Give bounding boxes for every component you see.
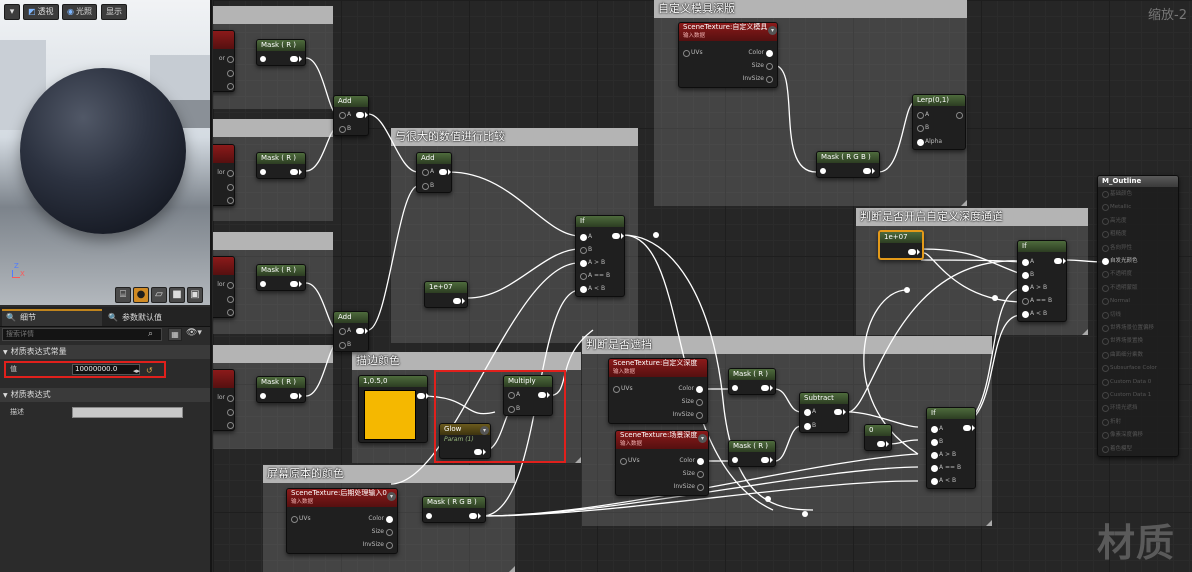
vector-color-node[interactable]: 1,0.5,0 [358,375,429,443]
result-pin[interactable]: Custom Data 0 [1102,378,1151,386]
collapse-icon: ▼ [3,349,8,356]
scene-texture-partial-3[interactable]: lor [213,256,235,318]
collapse-icon: ▼ [3,392,8,399]
add-node-1[interactable]: Add A B [333,95,369,136]
mask-rgb-node-1[interactable]: Mask ( R G B ) [816,151,880,178]
graph-watermark: 材质 [1097,521,1176,565]
visibility-eye-icon[interactable]: 👁▾ [186,328,202,338]
mask-r-node-1[interactable]: Mask ( R ) [256,39,306,66]
scene-texture-partial-2[interactable]: lor [213,144,235,206]
dropdown-icon[interactable]: ▾ [698,434,707,443]
description-label: 描述 [10,408,24,416]
result-pin[interactable]: 自发光颜色 [1102,257,1138,265]
if-node-2[interactable]: If A B A > BA == BA < B [1017,240,1067,322]
result-pin[interactable]: 着色模型 [1102,445,1132,453]
result-pin[interactable]: 曲面细分乘数 [1102,351,1143,359]
scene-texture-scene-depth-node[interactable]: SceneTexture:场景深度 输入数据 ▾ UVs Color Size InvSiz… [615,430,709,496]
section-material-expression[interactable]: ▼ 材质表达式 [0,388,210,402]
lerp-node[interactable]: Lerp(0,1) A B Alpha [912,94,966,150]
if-node-1[interactable]: If A B A > BA == BA < B [575,215,625,297]
add-node-2[interactable]: Add A B [333,311,369,352]
constant-1e07-node[interactable]: 1e+07 [424,281,468,308]
result-pin[interactable]: 不透明蒙版 [1102,284,1138,292]
preview-cylinder-icon[interactable]: ⌸ [115,287,131,303]
result-pin[interactable]: 粗糙度 [1102,230,1127,239]
left-panel: ▾ ◩透视 ◉光照 显示 Z X ⌸ ● ▱ ■ ▣ 🔍细节 🔍参数默认值 ⌕ … [0,0,212,572]
details-tabs: 🔍 细节 🔍 参数默认值 [0,307,210,327]
color-swatch [364,390,416,440]
dropdown-icon[interactable]: ▾ [768,26,777,35]
preview-sphere-icon[interactable]: ● [133,287,149,303]
preview-cube-icon[interactable]: ■ [169,287,185,303]
scene-texture-partial-1[interactable]: or [213,30,235,92]
scene-texture-custom-stencil-node[interactable]: SceneTexture:自定义模具 输入数据 ▾ UVs Color Size InvSi… [678,22,778,88]
result-pin[interactable]: 基础颜色 [1102,190,1132,198]
dropdown-icon[interactable]: ▾ [387,492,396,501]
axis-z-label: Z [14,262,19,270]
scene-texture-post-process-node[interactable]: SceneTexture:后期处理输入0 输入数据 ▾ UVs Color Size Inv… [286,488,398,554]
viewport-menu-icon[interactable]: ▾ [4,4,20,20]
add-node-3[interactable]: Add A B [416,152,452,193]
description-field[interactable] [72,407,183,418]
result-pin[interactable]: 不透明度 [1102,270,1132,279]
preview-plane-icon[interactable]: ▱ [151,287,167,303]
result-pin[interactable]: 环境光遮挡 [1102,404,1138,413]
perspective-icon: ◩ [28,7,36,16]
details-search-input[interactable] [2,328,162,341]
mask-rgb-node-2[interactable]: Mask ( R G B ) [422,496,486,523]
subtract-node[interactable]: Subtract A B [799,392,849,433]
mask-r-node-2[interactable]: Mask ( R ) [256,152,306,179]
scene-texture-partial-4[interactable]: lor [213,369,235,431]
tab-param-defaults[interactable]: 🔍 参数默认值 [104,309,208,326]
search-icon: 🔍 [108,313,118,322]
if-node-3[interactable]: If A B A > BA == BA < B [926,407,976,489]
mask-r-node-4[interactable]: Mask ( R ) [256,376,306,403]
description-property-row: 描述 [0,405,210,420]
result-node-m-outline[interactable]: M_Outline 基础颜色 Metallic 高光度 粗糙度 各向异性 自发光颜色 不透明… [1097,175,1179,457]
material-preview-viewport[interactable]: ▾ ◩ 透视 ◉ 光照 显示 Z X ⌸ ● ▱ ■ ▣ [0,0,210,305]
search-icon: 🔍 [6,313,16,322]
result-pin[interactable]: 切线 [1102,311,1121,319]
mask-r-node-6[interactable]: Mask ( R ) [728,440,776,467]
preview-sphere [20,68,186,234]
result-pin[interactable]: Custom Data 1 [1102,391,1151,399]
zoom-level-label: 缩放-2 [1148,8,1187,23]
result-pin[interactable]: 折射 [1102,418,1121,426]
lit-button[interactable]: ◉ 光照 [62,4,97,20]
show-button[interactable]: 显示 [101,4,127,20]
result-pin[interactable]: Subsurface Color [1102,364,1157,373]
result-pin[interactable]: 像素深度偏移 [1102,431,1143,440]
constant-0-node[interactable]: 0 [864,424,892,451]
result-pin[interactable]: 各向异性 [1102,244,1132,252]
scene-texture-custom-depth-node[interactable]: SceneTexture:自定义深度 输入数据 UVs Color Size InvSiz… [608,358,708,424]
search-icon: ⌕ [148,329,154,339]
result-pin[interactable]: 世界场景位置偏移 [1102,324,1154,332]
result-pin[interactable]: Metallic [1102,203,1131,212]
section-material-expression-constant[interactable]: ▼ 材质表达式常量 [0,345,210,359]
preview-custom-mesh-icon[interactable]: ▣ [187,287,203,303]
axis-x-label: X [20,270,25,278]
result-pin[interactable]: 高光度 [1102,217,1127,225]
tab-details[interactable]: 🔍 细节 [2,309,102,326]
result-pin[interactable]: Normal [1102,297,1130,306]
mask-r-node-5[interactable]: Mask ( R ) [728,368,776,395]
constant-1e07-node-2[interactable]: 1e+07 [878,230,924,260]
highlight-value-box [4,361,166,378]
perspective-button[interactable]: ◩ 透视 [23,4,59,20]
lit-icon: ◉ [67,7,74,16]
view-options-grid-icon[interactable]: ▦ [168,328,182,341]
mask-r-node-3[interactable]: Mask ( R ) [256,264,306,291]
material-graph-canvas[interactable]: 自定义模具深版 与很大的数值进行比较 判断是否开启自定义深度通道 描边颜色 判断… [213,0,1192,572]
highlight-multiply-box [434,370,566,463]
result-pin[interactable]: 世界场景置换 [1102,337,1143,346]
